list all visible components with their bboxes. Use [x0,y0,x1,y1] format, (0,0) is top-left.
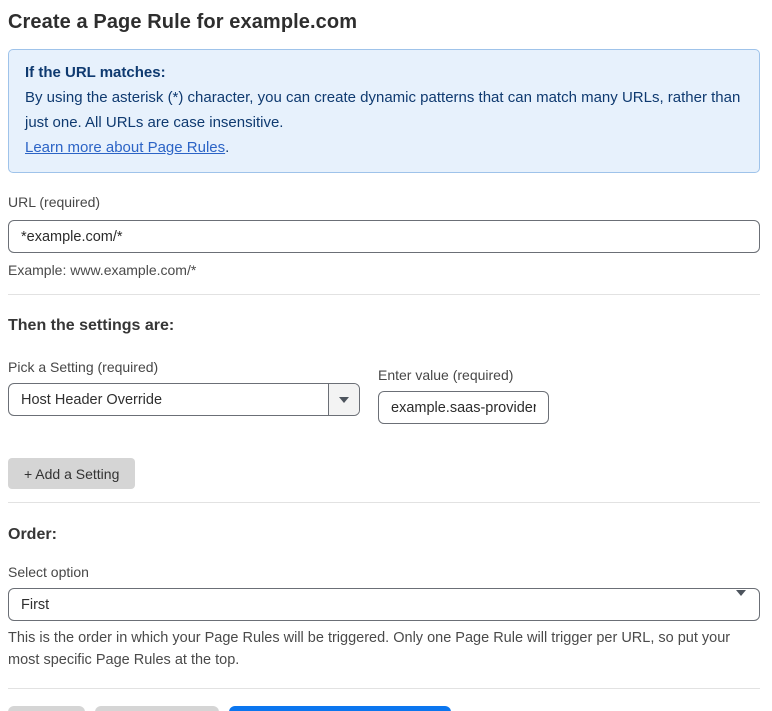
enter-value-column: Enter value (required) [378,367,549,424]
save-and-deploy-button[interactable]: Save and Deploy Page Rule [228,706,452,711]
learn-more-link[interactable]: Learn more about Page Rules [25,139,225,156]
divider [8,502,760,503]
add-setting-button[interactable]: + Add a Setting [8,458,136,489]
divider [8,688,760,689]
order-section-heading: Order: [8,526,57,543]
save-as-draft-button[interactable]: Save as Draft [95,706,219,711]
chevron-down-icon [339,396,349,403]
info-box-heading: If the URL matches: [25,64,166,81]
setting-value-input[interactable] [378,391,549,424]
cancel-button[interactable]: Cancel [8,706,85,711]
pick-setting-label: Pick a Setting (required) [8,359,159,375]
settings-section-heading: Then the settings are: [8,317,175,334]
order-help-text: This is the order in which your Page Rul… [8,630,731,668]
pick-setting-select[interactable]: Host Header Override [8,383,360,416]
order-selected-value: First [21,596,50,613]
url-input[interactable] [8,220,760,253]
url-match-info-box: If the URL matches: By using the asteris… [8,49,760,173]
info-box-link-line: Learn more about Page Rules. [25,135,743,160]
order-select-label: Select option [8,564,89,580]
pick-setting-dropdown-button[interactable] [328,384,359,415]
link-period: . [225,139,230,156]
chevron-down-icon [736,589,759,614]
pick-setting-column: Pick a Setting (required) Host Header Ov… [8,359,360,416]
info-box-body: By using the asterisk (*) character, you… [25,89,741,131]
url-field-label: URL (required) [8,194,101,210]
page-rule-form: Create a Page Rule for example.com If th… [0,0,772,711]
url-example-text: Example: www.example.com/* [8,262,197,278]
pick-setting-selected-value: Host Header Override [21,391,163,408]
page-title: Create a Page Rule for example.com [8,11,358,33]
order-select[interactable]: First [8,588,760,621]
setting-row: Pick a Setting (required) Host Header Ov… [8,359,760,424]
divider [8,294,760,295]
form-actions: Cancel Save as Draft Save and Deploy Pag… [8,706,760,711]
enter-value-label: Enter value (required) [378,367,514,383]
